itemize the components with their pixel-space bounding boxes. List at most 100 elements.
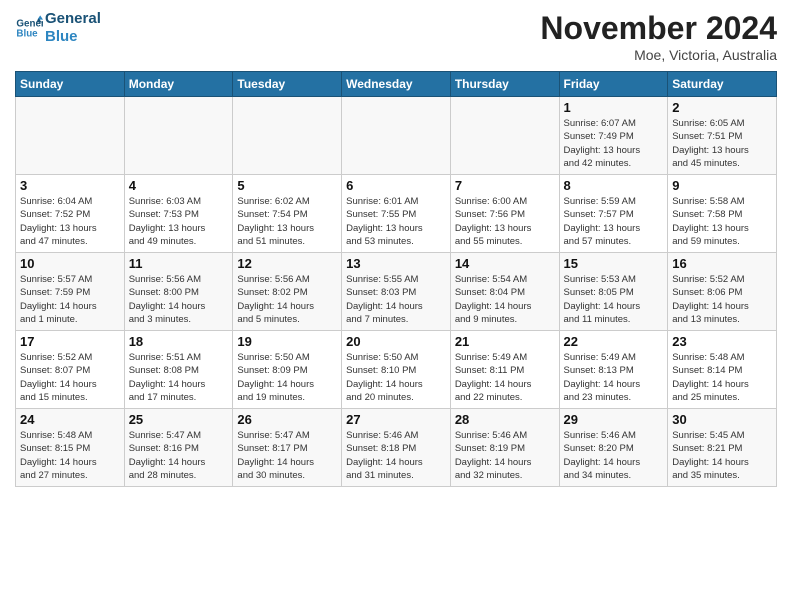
calendar-cell: 14 Sunrise: 5:54 AM Sunset: 8:04 PM Dayli…	[450, 253, 559, 331]
calendar-body: 1 Sunrise: 6:07 AM Sunset: 7:49 PM Daylig…	[16, 97, 777, 487]
calendar-cell	[16, 97, 125, 175]
day-number: 14	[455, 256, 555, 271]
day-info: Sunrise: 5:45 AM Sunset: 8:21 PM Dayligh…	[672, 429, 772, 482]
day-info: Sunrise: 5:46 AM Sunset: 8:19 PM Dayligh…	[455, 429, 555, 482]
calendar-cell: 7Sunrise: 6:00 AM Sunset: 7:56 PM Daylig…	[450, 175, 559, 253]
day-info: Sunrise: 5:56 AM Sunset: 8:00 PM Dayligh…	[129, 273, 229, 326]
day-info: Sunrise: 5:47 AM Sunset: 8:17 PM Dayligh…	[237, 429, 337, 482]
title-block: November 2024 Moe, Victoria, Australia	[540, 10, 777, 63]
calendar-cell: 13 Sunrise: 5:55 AM Sunset: 8:03 PM Dayli…	[342, 253, 451, 331]
day-info: Sunrise: 5:48 AM Sunset: 8:14 PM Dayligh…	[672, 351, 772, 404]
calendar-cell: 10 Sunrise: 5:57 AM Sunset: 7:59 PM Dayli…	[16, 253, 125, 331]
day-info: Sunrise: 5:52 AM Sunset: 8:07 PM Dayligh…	[20, 351, 120, 404]
day-info: Sunrise: 5:56 AM Sunset: 8:02 PM Dayligh…	[237, 273, 337, 326]
logo-blue: Blue	[45, 28, 101, 46]
day-info: Sunrise: 5:46 AM Sunset: 8:20 PM Dayligh…	[564, 429, 664, 482]
header-tuesday: Tuesday	[233, 72, 342, 97]
day-number: 17	[20, 334, 120, 349]
calendar-cell: 28 Sunrise: 5:46 AM Sunset: 8:19 PM Dayli…	[450, 409, 559, 487]
day-info: Sunrise: 5:46 AM Sunset: 8:18 PM Dayligh…	[346, 429, 446, 482]
day-number: 10	[20, 256, 120, 271]
calendar-header-row: SundayMondayTuesdayWednesdayThursdayFrid…	[16, 72, 777, 97]
calendar-cell: 5Sunrise: 6:02 AM Sunset: 7:54 PM Daylig…	[233, 175, 342, 253]
calendar-cell: 19 Sunrise: 5:50 AM Sunset: 8:09 PM Dayli…	[233, 331, 342, 409]
day-info: Sunrise: 6:05 AM Sunset: 7:51 PM Dayligh…	[672, 117, 772, 170]
day-info: Sunrise: 5:49 AM Sunset: 8:11 PM Dayligh…	[455, 351, 555, 404]
day-number: 4	[129, 178, 229, 193]
calendar-cell: 11 Sunrise: 5:56 AM Sunset: 8:00 PM Dayli…	[124, 253, 233, 331]
day-number: 20	[346, 334, 446, 349]
day-number: 26	[237, 412, 337, 427]
logo: General Blue General Blue	[15, 10, 101, 46]
day-info: Sunrise: 6:07 AM Sunset: 7:49 PM Dayligh…	[564, 117, 664, 170]
day-number: 24	[20, 412, 120, 427]
calendar-cell	[342, 97, 451, 175]
header-wednesday: Wednesday	[342, 72, 451, 97]
day-number: 16	[672, 256, 772, 271]
calendar-cell: 23 Sunrise: 5:48 AM Sunset: 8:14 PM Dayli…	[668, 331, 777, 409]
week-row-2: 10 Sunrise: 5:57 AM Sunset: 7:59 PM Dayli…	[16, 253, 777, 331]
day-info: Sunrise: 5:59 AM Sunset: 7:57 PM Dayligh…	[564, 195, 664, 248]
day-number: 19	[237, 334, 337, 349]
day-info: Sunrise: 5:58 AM Sunset: 7:58 PM Dayligh…	[672, 195, 772, 248]
calendar-cell	[233, 97, 342, 175]
calendar-cell: 30Sunrise: 5:45 AM Sunset: 8:21 PM Dayli…	[668, 409, 777, 487]
calendar-cell: 20 Sunrise: 5:50 AM Sunset: 8:10 PM Dayli…	[342, 331, 451, 409]
day-info: Sunrise: 6:01 AM Sunset: 7:55 PM Dayligh…	[346, 195, 446, 248]
header-saturday: Saturday	[668, 72, 777, 97]
calendar-cell: 6 Sunrise: 6:01 AM Sunset: 7:55 PM Daylig…	[342, 175, 451, 253]
day-info: Sunrise: 5:47 AM Sunset: 8:16 PM Dayligh…	[129, 429, 229, 482]
day-info: Sunrise: 6:00 AM Sunset: 7:56 PM Dayligh…	[455, 195, 555, 248]
calendar-cell: 25 Sunrise: 5:47 AM Sunset: 8:16 PM Dayli…	[124, 409, 233, 487]
day-number: 15	[564, 256, 664, 271]
day-info: Sunrise: 5:51 AM Sunset: 8:08 PM Dayligh…	[129, 351, 229, 404]
calendar-cell: 3Sunrise: 6:04 AM Sunset: 7:52 PM Daylig…	[16, 175, 125, 253]
day-number: 29	[564, 412, 664, 427]
page-container: General Blue General Blue November 2024 …	[0, 0, 792, 497]
svg-text:Blue: Blue	[16, 28, 38, 39]
calendar-cell: 17 Sunrise: 5:52 AM Sunset: 8:07 PM Dayli…	[16, 331, 125, 409]
calendar-table: SundayMondayTuesdayWednesdayThursdayFrid…	[15, 71, 777, 487]
day-number: 9	[672, 178, 772, 193]
day-info: Sunrise: 5:53 AM Sunset: 8:05 PM Dayligh…	[564, 273, 664, 326]
header-sunday: Sunday	[16, 72, 125, 97]
week-row-4: 24 Sunrise: 5:48 AM Sunset: 8:15 PM Dayli…	[16, 409, 777, 487]
day-info: Sunrise: 5:52 AM Sunset: 8:06 PM Dayligh…	[672, 273, 772, 326]
day-info: Sunrise: 5:55 AM Sunset: 8:03 PM Dayligh…	[346, 273, 446, 326]
day-number: 3	[20, 178, 120, 193]
calendar-cell: 15 Sunrise: 5:53 AM Sunset: 8:05 PM Dayli…	[559, 253, 668, 331]
calendar-cell: 21 Sunrise: 5:49 AM Sunset: 8:11 PM Dayli…	[450, 331, 559, 409]
day-info: Sunrise: 5:50 AM Sunset: 8:10 PM Dayligh…	[346, 351, 446, 404]
calendar-cell: 27 Sunrise: 5:46 AM Sunset: 8:18 PM Dayli…	[342, 409, 451, 487]
calendar-cell: 8 Sunrise: 5:59 AM Sunset: 7:57 PM Daylig…	[559, 175, 668, 253]
day-number: 18	[129, 334, 229, 349]
day-number: 23	[672, 334, 772, 349]
calendar-cell: 26 Sunrise: 5:47 AM Sunset: 8:17 PM Dayli…	[233, 409, 342, 487]
location: Moe, Victoria, Australia	[540, 47, 777, 63]
day-number: 27	[346, 412, 446, 427]
day-info: Sunrise: 6:02 AM Sunset: 7:54 PM Dayligh…	[237, 195, 337, 248]
day-number: 8	[564, 178, 664, 193]
day-number: 6	[346, 178, 446, 193]
day-number: 25	[129, 412, 229, 427]
day-number: 11	[129, 256, 229, 271]
day-number: 22	[564, 334, 664, 349]
day-info: Sunrise: 5:57 AM Sunset: 7:59 PM Dayligh…	[20, 273, 120, 326]
day-info: Sunrise: 5:49 AM Sunset: 8:13 PM Dayligh…	[564, 351, 664, 404]
week-row-1: 3Sunrise: 6:04 AM Sunset: 7:52 PM Daylig…	[16, 175, 777, 253]
calendar-cell: 9 Sunrise: 5:58 AM Sunset: 7:58 PM Daylig…	[668, 175, 777, 253]
calendar-cell: 2Sunrise: 6:05 AM Sunset: 7:51 PM Daylig…	[668, 97, 777, 175]
calendar-cell: 29 Sunrise: 5:46 AM Sunset: 8:20 PM Dayli…	[559, 409, 668, 487]
week-row-3: 17 Sunrise: 5:52 AM Sunset: 8:07 PM Dayli…	[16, 331, 777, 409]
day-info: Sunrise: 5:50 AM Sunset: 8:09 PM Dayligh…	[237, 351, 337, 404]
day-number: 13	[346, 256, 446, 271]
header-thursday: Thursday	[450, 72, 559, 97]
day-info: Sunrise: 5:48 AM Sunset: 8:15 PM Dayligh…	[20, 429, 120, 482]
day-number: 1	[564, 100, 664, 115]
calendar-cell: 1 Sunrise: 6:07 AM Sunset: 7:49 PM Daylig…	[559, 97, 668, 175]
day-info: Sunrise: 6:03 AM Sunset: 7:53 PM Dayligh…	[129, 195, 229, 248]
day-number: 21	[455, 334, 555, 349]
day-number: 28	[455, 412, 555, 427]
calendar-cell	[124, 97, 233, 175]
day-info: Sunrise: 5:54 AM Sunset: 8:04 PM Dayligh…	[455, 273, 555, 326]
